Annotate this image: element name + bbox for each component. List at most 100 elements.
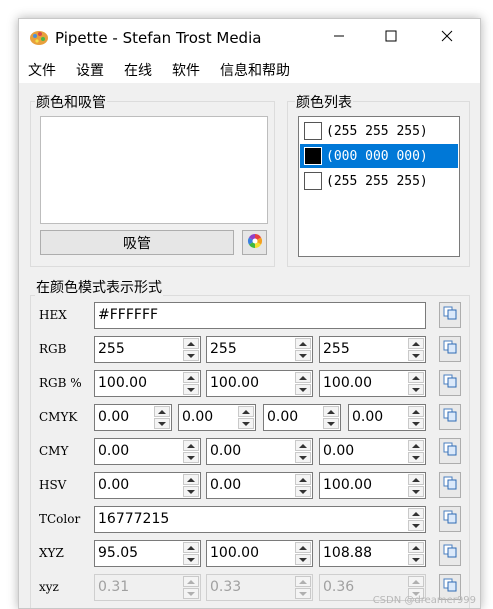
maximize-button[interactable]: [368, 19, 414, 57]
spin-up-icon[interactable]: [295, 372, 311, 383]
rgb-b-field[interactable]: 255: [319, 336, 426, 363]
spin-up-icon[interactable]: [154, 406, 170, 417]
spin-down-icon[interactable]: [408, 418, 424, 429]
spin-up-icon[interactable]: [183, 440, 199, 451]
spin-up-icon[interactable]: [408, 542, 424, 553]
rgbp-b-field[interactable]: 100.00: [319, 370, 426, 397]
spin-buttons[interactable]: [295, 474, 311, 497]
color-list[interactable]: (255 255 255) (000 000 000) (255 255 255…: [298, 116, 460, 257]
title-bar[interactable]: Pipette - Stefan Trost Media: [19, 19, 480, 57]
spin-up-icon[interactable]: [408, 440, 424, 451]
spin-down-icon[interactable]: [183, 554, 199, 565]
spin-buttons[interactable]: [295, 542, 311, 565]
spin-up-icon[interactable]: [238, 406, 254, 417]
color-list-item[interactable]: (255 255 255): [300, 169, 458, 193]
hex-field[interactable]: #FFFFFF: [94, 302, 426, 329]
hex-copy-button[interactable]: [439, 302, 461, 328]
spin-up-icon[interactable]: [408, 338, 424, 349]
rgbp-r-field[interactable]: 100.00: [94, 370, 201, 397]
spin-buttons[interactable]: [183, 542, 199, 565]
cmy-y-field[interactable]: 0.00: [319, 438, 426, 465]
spin-buttons[interactable]: [295, 338, 311, 361]
hsv-h-field[interactable]: 0.00: [94, 472, 201, 499]
spin-buttons[interactable]: [238, 406, 254, 429]
spin-buttons[interactable]: [295, 372, 311, 395]
spin-buttons[interactable]: [408, 508, 424, 531]
menu-settings[interactable]: 设置: [76, 60, 104, 80]
rgbp-g-field[interactable]: 100.00: [206, 370, 313, 397]
cmy-m-field[interactable]: 0.00: [206, 438, 313, 465]
spin-down-icon[interactable]: [295, 554, 311, 565]
menu-online[interactable]: 在线: [124, 60, 152, 80]
hsv-s-field[interactable]: 0.00: [206, 472, 313, 499]
xyz-x-field[interactable]: 95.05: [94, 540, 201, 567]
cmyk-k-field[interactable]: 0.00: [348, 404, 426, 431]
rgb-r-field[interactable]: 255: [94, 336, 201, 363]
cmyk-m-field[interactable]: 0.00: [178, 404, 256, 431]
tcolor-field[interactable]: 16777215: [94, 506, 426, 533]
menu-help[interactable]: 信息和帮助: [220, 60, 290, 80]
spin-down-icon[interactable]: [238, 418, 254, 429]
menu-software[interactable]: 软件: [172, 60, 200, 80]
spin-buttons[interactable]: [408, 542, 424, 565]
color-dialog-button[interactable]: [242, 230, 267, 255]
spin-buttons[interactable]: [295, 440, 311, 463]
cmyk-copy-button[interactable]: [439, 404, 461, 430]
spin-buttons[interactable]: [183, 440, 199, 463]
spin-buttons[interactable]: [154, 406, 170, 429]
hsv-copy-button[interactable]: [439, 472, 461, 498]
spin-up-icon[interactable]: [183, 474, 199, 485]
spin-up-icon[interactable]: [183, 338, 199, 349]
spin-buttons[interactable]: [183, 372, 199, 395]
spin-down-icon[interactable]: [408, 486, 424, 497]
cmy-copy-button[interactable]: [439, 438, 461, 464]
color-list-item[interactable]: (255 255 255): [300, 119, 458, 143]
spin-up-icon[interactable]: [183, 542, 199, 553]
spin-up-icon[interactable]: [408, 508, 424, 519]
rgb-g-field[interactable]: 255: [206, 336, 313, 363]
xyz-copy-button[interactable]: [439, 540, 461, 566]
color-preview-area[interactable]: [40, 116, 268, 224]
color-list-item-selected[interactable]: (000 000 000): [300, 144, 458, 168]
spin-down-icon[interactable]: [183, 486, 199, 497]
xyz-y-field[interactable]: 100.00: [206, 540, 313, 567]
spin-buttons[interactable]: [408, 406, 424, 429]
spin-buttons[interactable]: [183, 474, 199, 497]
spin-down-icon[interactable]: [295, 486, 311, 497]
spin-up-icon[interactable]: [295, 440, 311, 451]
spin-buttons[interactable]: [323, 406, 339, 429]
minimize-button[interactable]: [316, 19, 362, 57]
cmy-c-field[interactable]: 0.00: [94, 438, 201, 465]
spin-down-icon[interactable]: [183, 384, 199, 395]
spin-up-icon[interactable]: [408, 406, 424, 417]
spin-down-icon[interactable]: [408, 384, 424, 395]
spin-up-icon[interactable]: [295, 474, 311, 485]
spin-down-icon[interactable]: [408, 452, 424, 463]
spin-down-icon[interactable]: [408, 554, 424, 565]
spin-buttons[interactable]: [408, 338, 424, 361]
spin-buttons[interactable]: [408, 372, 424, 395]
spin-up-icon[interactable]: [183, 372, 199, 383]
spin-buttons[interactable]: [183, 338, 199, 361]
tcolor-copy-button[interactable]: [439, 506, 461, 532]
rgb-percent-copy-button[interactable]: [439, 370, 461, 396]
spin-down-icon[interactable]: [408, 520, 424, 531]
cmyk-c-field[interactable]: 0.00: [94, 404, 172, 431]
hsv-v-field[interactable]: 100.00: [319, 472, 426, 499]
spin-down-icon[interactable]: [183, 452, 199, 463]
spin-up-icon[interactable]: [295, 338, 311, 349]
spin-down-icon[interactable]: [154, 418, 170, 429]
close-button[interactable]: [424, 19, 470, 57]
xyz-z-field[interactable]: 108.88: [319, 540, 426, 567]
spin-down-icon[interactable]: [295, 350, 311, 361]
spin-down-icon[interactable]: [408, 350, 424, 361]
spin-down-icon[interactable]: [183, 350, 199, 361]
spin-buttons[interactable]: [408, 474, 424, 497]
spin-buttons[interactable]: [408, 440, 424, 463]
cmyk-y-field[interactable]: 0.00: [263, 404, 341, 431]
spin-down-icon[interactable]: [323, 418, 339, 429]
spin-down-icon[interactable]: [295, 384, 311, 395]
spin-up-icon[interactable]: [295, 542, 311, 553]
pipette-button[interactable]: 吸管: [40, 230, 234, 255]
spin-up-icon[interactable]: [408, 474, 424, 485]
